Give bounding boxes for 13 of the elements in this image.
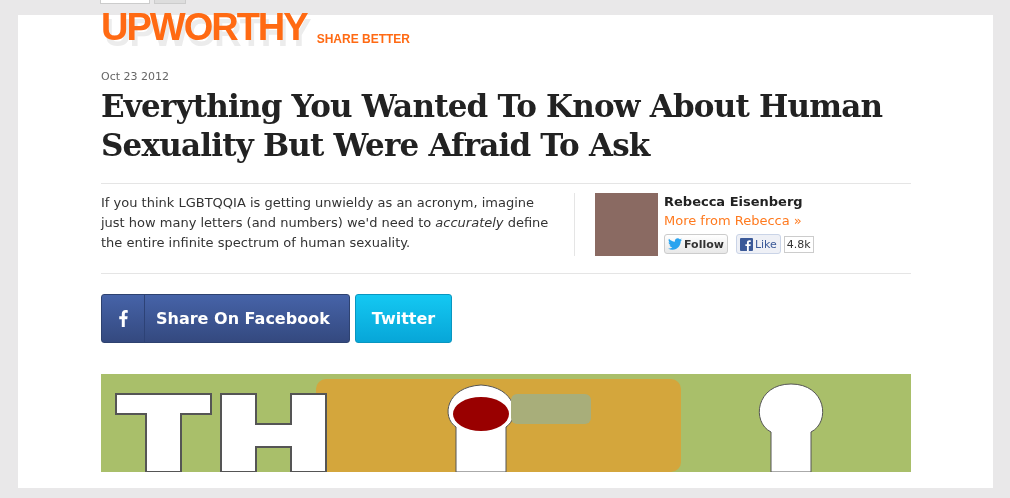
- article-title: Everything You Wanted To Know About Human Sexuality But Were Afraid To Ask: [101, 87, 884, 165]
- author-photo: [595, 193, 658, 256]
- share-facebook-button[interactable]: Share On Facebook: [101, 294, 350, 343]
- facebook-icon: [118, 310, 128, 327]
- site-tagline: SHARE BETTER: [316, 32, 410, 46]
- like-count: 4.8k: [783, 235, 814, 253]
- bird-icon: [668, 238, 682, 250]
- like-button[interactable]: Like: [735, 234, 781, 254]
- facebook-icon: [739, 237, 753, 251]
- article-summary: If you think LGBTQQIA is getting unwieldy as an acronym, imagine just how many letters (and numbers) we'd need to accurately define the entire infinite spectrum of human sexuality.: [101, 193, 575, 256]
- follow-button[interactable]: Follow: [664, 234, 728, 254]
- author-name: Rebecca Eisenberg: [664, 193, 804, 211]
- article-date: Oct 23 2012: [101, 70, 170, 83]
